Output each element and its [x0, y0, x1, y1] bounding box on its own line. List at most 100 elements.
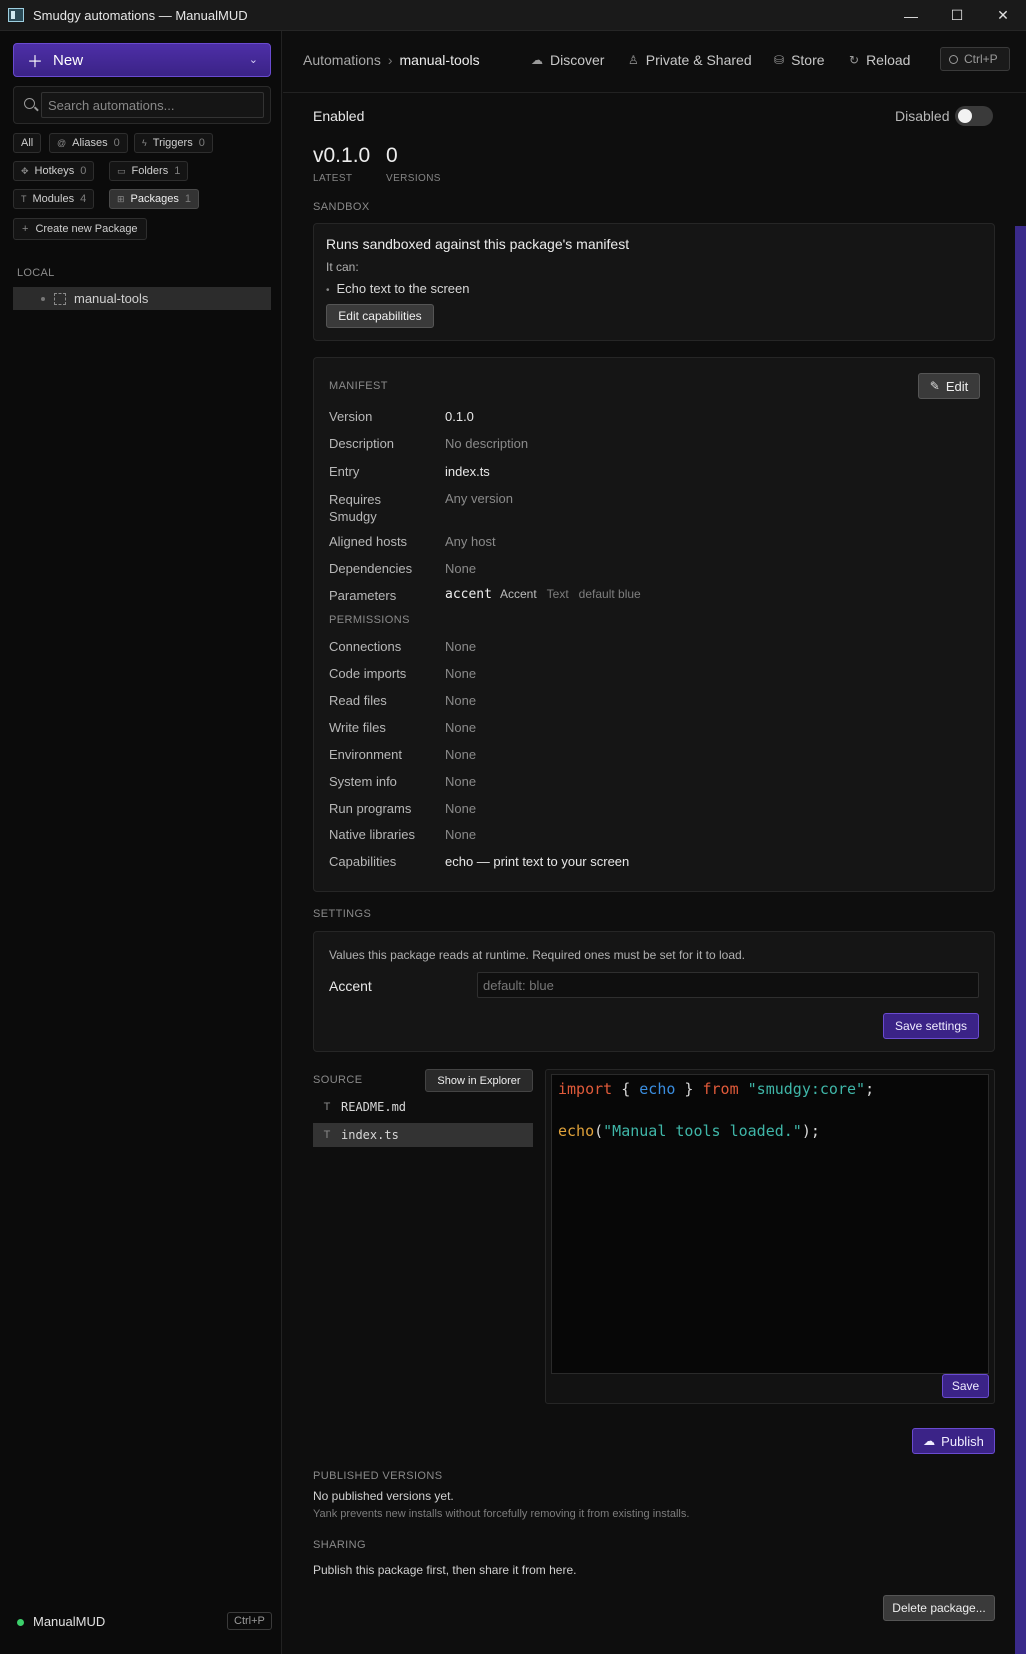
code-line-1: import { echo } from "smudgy:core";	[558, 1080, 874, 1098]
code-line-3: echo("Manual tools loaded.");	[558, 1122, 820, 1140]
bullet-icon: •	[326, 285, 330, 296]
chip-triggers[interactable]: ϟ Triggers 0	[134, 133, 213, 153]
show-in-explorer-button[interactable]: Show in Explorer	[425, 1069, 533, 1092]
manifest-value-hosts: Any host	[445, 534, 496, 549]
code-token: echo	[639, 1080, 676, 1098]
search-box	[13, 86, 271, 124]
chip-count: 0	[113, 137, 120, 149]
chip-folders[interactable]: ▭ Folders 1	[109, 161, 189, 181]
nav-label: Private & Shared	[645, 52, 752, 68]
edit-manifest-button[interactable]: ✎ Edit	[918, 373, 980, 399]
chip-hotkeys[interactable]: ✥ Hotkeys 0	[13, 161, 95, 181]
permission-label-write-files: Write files	[329, 720, 386, 735]
close-button[interactable]: ✕	[980, 0, 1026, 31]
publish-button[interactable]: ☁ Publish	[912, 1428, 995, 1454]
sidebar: ＋ New ⌄ All @ Aliases 0 ϟ Triggers 0 ✥ H…	[0, 31, 282, 1654]
create-package-label: Create new Package	[35, 223, 138, 235]
nav-private-shared[interactable]: ♙ Private & Shared	[628, 52, 752, 68]
permissions-label: PERMISSIONS	[329, 614, 410, 626]
chip-label: Triggers	[152, 137, 193, 149]
breadcrumb-root[interactable]: Automations	[303, 52, 381, 68]
window-controls: — ☐ ✕	[888, 0, 1026, 31]
text-file-icon: T	[323, 1101, 331, 1113]
chip-aliases[interactable]: @ Aliases 0	[49, 133, 128, 153]
tree-item-label: manual-tools	[74, 291, 149, 306]
manifest-value-requires: Any version	[445, 491, 513, 506]
search-icon	[24, 98, 35, 109]
database-icon: ⛁	[774, 53, 785, 67]
latest-version-label: LATEST	[313, 173, 353, 184]
file-item-readme[interactable]: T README.md	[313, 1095, 533, 1119]
enabled-label: Enabled	[313, 108, 365, 124]
manifest-value-capabilities: echo — print text to your screen	[445, 854, 630, 869]
maximize-button[interactable]: ☐	[934, 0, 980, 31]
bullet-icon	[41, 296, 45, 301]
scrollbar[interactable]	[1015, 226, 1026, 1654]
enabled-toggle[interactable]	[955, 106, 993, 126]
sandbox-card: Runs sandboxed against this package's ma…	[313, 223, 995, 341]
chip-all[interactable]: All	[13, 133, 42, 153]
permission-value-system-info: None	[445, 774, 477, 789]
breadcrumb-current: manual-tools	[399, 52, 480, 68]
minimize-button[interactable]: —	[888, 0, 934, 31]
permission-value-connections: None	[445, 639, 477, 654]
command-shortcut: Ctrl+P	[964, 52, 998, 66]
nav-discover[interactable]: ☁ Discover	[531, 52, 604, 68]
parameter-entry: accent Accent Text default blue	[445, 587, 641, 602]
chip-label: Folders	[131, 165, 169, 177]
permission-label-environment: Environment	[329, 747, 402, 762]
lightning-icon: ϟ	[142, 138, 147, 148]
save-source-button[interactable]: Save	[942, 1374, 989, 1398]
publish-label: Publish	[941, 1433, 984, 1449]
parameter-default: default blue	[578, 587, 641, 601]
permission-value-read-files: None	[445, 693, 477, 708]
code-token: "smudgy:core"	[747, 1080, 866, 1098]
package-icon	[54, 292, 66, 305]
permission-value-native-libraries: None	[445, 827, 477, 842]
search-input[interactable]	[41, 92, 264, 118]
command-palette-button[interactable]: Ctrl+P	[940, 47, 1010, 71]
code-token: (	[594, 1122, 604, 1140]
create-package-button[interactable]: + Create new Package	[13, 218, 147, 240]
published-empty-text: No published versions yet.	[313, 1489, 454, 1503]
chip-label: All	[21, 137, 34, 149]
nav-label: Discover	[550, 52, 605, 68]
search-icon	[949, 54, 958, 64]
plus-icon: ＋	[27, 54, 44, 71]
accent-field[interactable]	[477, 972, 979, 998]
manifest-label-hosts: Aligned hosts	[329, 534, 408, 549]
title-bar: Smudgy automations — ManualMUD — ☐ ✕	[0, 0, 1026, 31]
capability-text: Echo text to the screen	[336, 281, 470, 296]
tree-item-manual-tools[interactable]: manual-tools	[13, 287, 271, 310]
manifest-label-parameters: Parameters	[329, 588, 397, 603]
header: Automations › manual-tools ☁ Discover ♙ …	[283, 31, 1026, 93]
chip-label: Aliases	[72, 137, 108, 149]
edit-capabilities-button[interactable]: Edit capabilities	[326, 304, 434, 328]
new-button[interactable]: ＋ New ⌄	[13, 43, 271, 77]
nav-store[interactable]: ⛁ Store	[774, 52, 825, 68]
save-settings-button[interactable]: Save settings	[883, 1013, 979, 1039]
permission-value-imports: None	[445, 666, 477, 681]
sidebar-footer: ManualMUD Ctrl+P	[0, 1609, 282, 1633]
code-token: import	[558, 1080, 613, 1098]
chip-modules[interactable]: T Modules 4	[13, 189, 95, 209]
new-button-label: New	[53, 51, 84, 69]
nav-label: Store	[791, 52, 825, 68]
version-count: 0	[386, 144, 398, 167]
permission-value-write-files: None	[445, 720, 477, 735]
code-editor[interactable]: import { echo } from "smudgy:core"; echo…	[551, 1074, 989, 1374]
folder-icon: ▭	[117, 165, 126, 176]
chip-packages[interactable]: ⊞ Packages 1	[109, 189, 199, 209]
code-editor-panel: import { echo } from "smudgy:core"; echo…	[545, 1069, 995, 1404]
chevron-down-icon[interactable]: ⌄	[249, 53, 258, 66]
file-item-index[interactable]: T index.ts	[313, 1123, 533, 1147]
text-file-icon: T	[323, 1129, 331, 1141]
manifest-label-version: Version	[329, 409, 373, 424]
package-icon: ⊞	[117, 193, 125, 204]
manifest-label-entry: Entry	[329, 464, 360, 479]
manifest-value-version: 0.1.0	[445, 409, 474, 424]
nav-reload[interactable]: ↻ Reload	[849, 52, 910, 68]
delete-package-button[interactable]: Delete package...	[883, 1595, 995, 1621]
manifest-section-label: MANIFEST	[329, 380, 388, 392]
code-token: ;	[865, 1080, 875, 1098]
